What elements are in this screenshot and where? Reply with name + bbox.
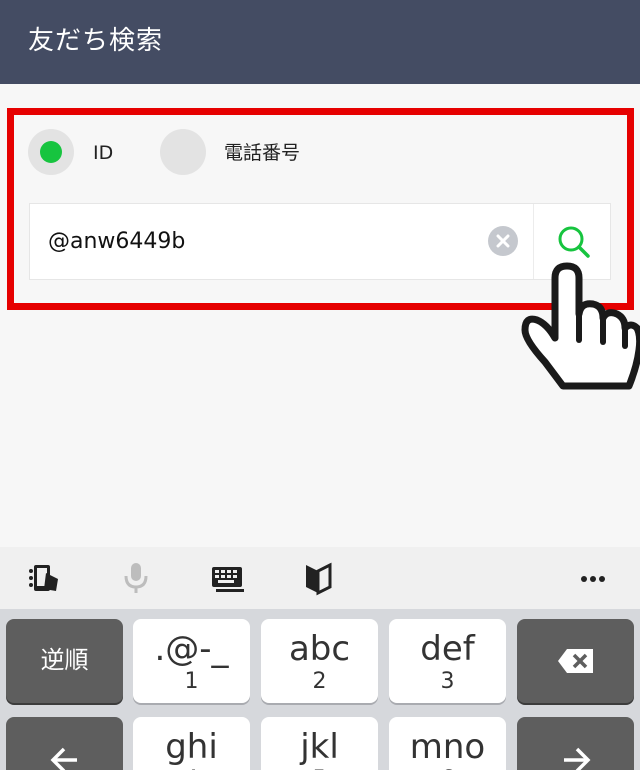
key-label: abc (288, 629, 351, 669)
key-symbols[interactable]: .@-_ 1 (133, 619, 250, 703)
radio-id-label[interactable]: ID (93, 140, 113, 166)
app-header: 友だち検索 (0, 0, 640, 84)
arrow-left-icon (50, 747, 77, 770)
arrow-right-icon (564, 747, 591, 770)
radio-phone-number-label[interactable]: 電話番号 (224, 140, 300, 166)
key-number: 2 (312, 669, 327, 694)
key-def[interactable]: def 3 (389, 619, 506, 703)
key-ghi[interactable]: ghi 4 (133, 717, 250, 770)
key-label: 逆順 (40, 646, 89, 674)
key-number: 1 (184, 669, 199, 694)
radio-phone-number[interactable] (160, 129, 206, 175)
radio-selected-dot (40, 141, 62, 163)
key-label: .@-_ (154, 629, 229, 669)
key-label: jkl (300, 727, 339, 767)
key-backspace[interactable] (517, 619, 634, 703)
key-number: 3 (440, 669, 455, 694)
more-icon[interactable] (574, 559, 614, 597)
keyboard-icon[interactable] (208, 559, 248, 597)
key-label: ghi (165, 727, 218, 767)
beginner-mark-icon[interactable] (298, 559, 338, 597)
pointing-hand-icon (515, 258, 640, 393)
phone-rotate-icon[interactable] (26, 559, 66, 597)
key-jkl[interactable]: jkl 5 (261, 717, 378, 770)
key-mno[interactable]: mno 6 (389, 717, 506, 770)
microphone-icon[interactable] (116, 559, 156, 597)
key-label: mno (409, 727, 486, 767)
page-title: 友だち検索 (28, 26, 164, 56)
backspace-icon (558, 649, 593, 673)
search-input[interactable]: @anw6449b (48, 226, 185, 258)
key-label: def (420, 629, 475, 669)
key-left[interactable] (6, 717, 123, 770)
key-right[interactable] (517, 717, 634, 770)
keyboard-toolbar (0, 547, 640, 609)
key-abc[interactable]: abc 2 (261, 619, 378, 703)
key-reverse[interactable]: 逆順 (6, 619, 123, 703)
radio-id[interactable] (28, 129, 74, 175)
clear-icon (496, 234, 510, 248)
soft-keyboard: 逆順 .@-_ 1 abc 2 def 3 ghi 4 jkl 5 mno 6 (0, 609, 640, 770)
clear-button[interactable] (488, 226, 518, 256)
